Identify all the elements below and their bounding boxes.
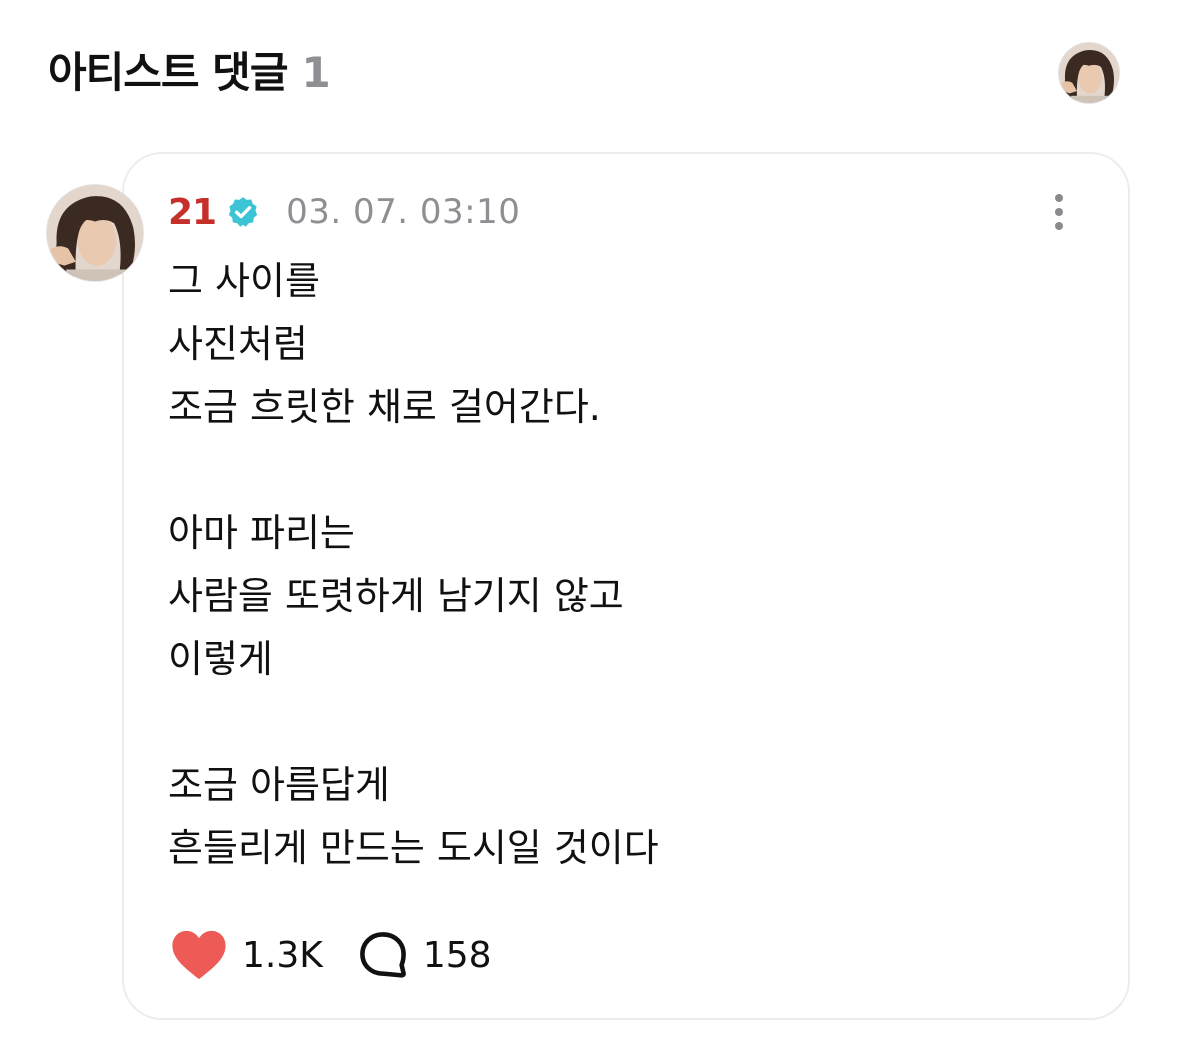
comment-line: 아마 파리는	[168, 511, 355, 555]
verified-badge-icon	[228, 197, 258, 227]
more-vertical-icon-dot	[1055, 222, 1063, 230]
comment-actions: 1.3K 158	[170, 922, 492, 988]
comment-body: 그 사이를 사진처럼 조금 흐릿한 채로 걸어간다. 아마 파리는 사람을 또렷…	[168, 250, 1068, 880]
page-title: 아티스트 댓글 1	[48, 44, 331, 102]
avatar-image	[1059, 43, 1119, 103]
comment-line: 사진처럼	[168, 322, 308, 366]
more-options-button[interactable]	[1040, 188, 1078, 236]
comment-count: 1	[301, 48, 330, 97]
comment-timestamp: 03. 07. 03:10	[286, 192, 521, 232]
comment-line: 이렇게	[168, 637, 273, 681]
heart-icon[interactable]	[170, 928, 228, 982]
reply-count: 158	[422, 934, 492, 976]
more-vertical-icon-dot	[1055, 208, 1063, 216]
comment-line: 조금 흐릿한 채로 걸어간다.	[168, 385, 601, 429]
page-title-label: 아티스트 댓글	[48, 48, 288, 97]
comment-line	[168, 439, 1068, 502]
comment-line: 사람을 또렷하게 남기지 않고	[168, 574, 624, 618]
comment-meta: 21 03. 07. 03:10	[168, 188, 520, 236]
author-name[interactable]: 21	[168, 192, 217, 233]
comment-author-avatar[interactable]	[46, 184, 144, 282]
comment-line: 흔들리게 만드는 도시일 것이다	[168, 826, 659, 870]
comment-line: 조금 아름답게	[168, 763, 390, 807]
artist-comments-page: 아티스트 댓글 1 21 03. 07. 03:10 그 사이를 사진처럼 조금…	[0, 0, 1179, 1044]
like-count: 1.3K	[242, 934, 323, 976]
speech-bubble-icon[interactable]	[357, 929, 409, 981]
avatar-image	[47, 185, 143, 281]
comment-line	[168, 691, 1068, 754]
comment-line: 그 사이를	[168, 259, 320, 303]
more-vertical-icon	[1055, 194, 1063, 202]
header-avatar[interactable]	[1058, 42, 1120, 104]
